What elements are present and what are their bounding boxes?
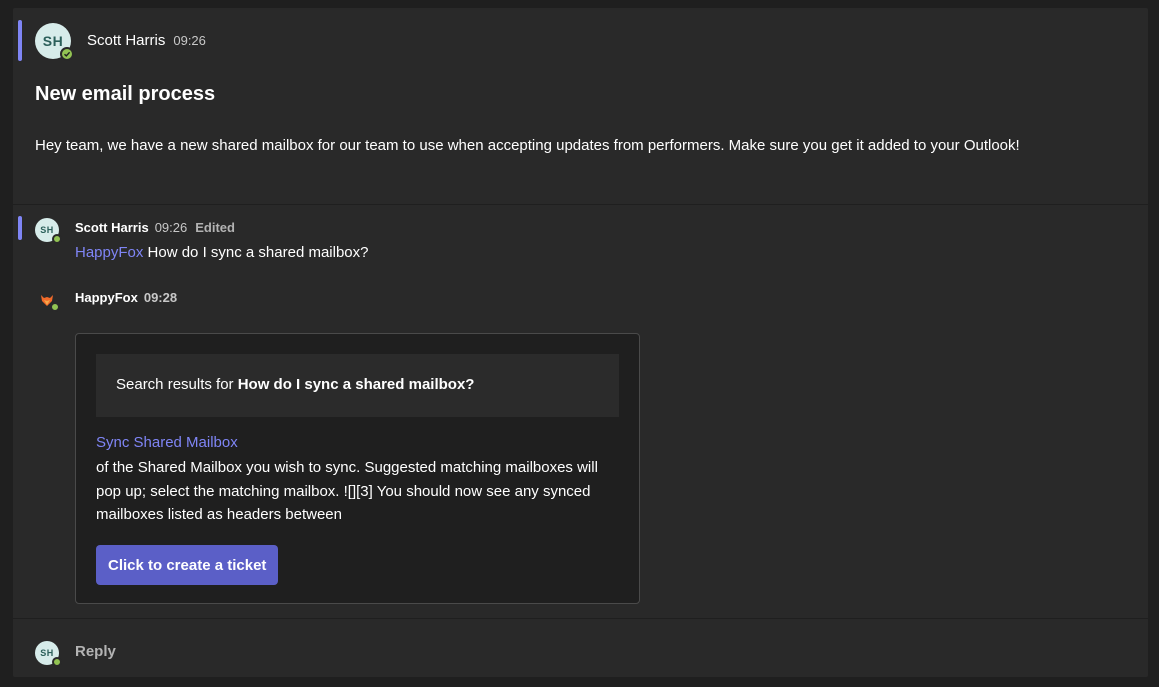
timestamp: 09:28 (143, 290, 178, 305)
card-header: Search results for How do I sync a share… (96, 354, 619, 417)
unread-accent-bar (18, 20, 22, 61)
avatar[interactable]: SH (35, 218, 62, 244)
author-name[interactable]: HappyFox (75, 290, 138, 305)
reply-header: HappyFox 09:28 (75, 290, 177, 305)
post-header: Scott Harris 09:26 (87, 32, 206, 49)
timestamp: 09:26 (173, 33, 206, 48)
avatar-initials: SH (40, 648, 54, 658)
avatar: SH (35, 641, 62, 667)
create-ticket-button[interactable]: Click to create a ticket (96, 545, 279, 585)
reply-header: Scott Harris 09:26 Edited (75, 220, 235, 235)
edited-label: Edited (195, 220, 235, 235)
bot-mention[interactable]: HappyFox (75, 244, 143, 261)
presence-available-icon (60, 47, 74, 61)
presence-available-icon (50, 302, 60, 312)
author-name[interactable]: Scott Harris (87, 32, 165, 49)
presence-available-icon (52, 657, 62, 667)
result-title-link[interactable]: Sync Shared Mailbox (96, 434, 238, 451)
header-query: How do I sync a shared mailbox? (237, 376, 475, 393)
result-snippet: of the Shared Mailbox you wish to sync. … (96, 459, 598, 523)
avatar-initials: SH (40, 225, 54, 235)
fox-icon[interactable] (35, 288, 60, 312)
post-body: Hey team, we have a new shared mailbox f… (35, 137, 1020, 154)
reply-message: HappyFox How do I sync a shared mailbox? (75, 244, 369, 261)
presence-available-icon (52, 234, 62, 244)
conversation-thread: SH Scott Harris 09:26 New email process H… (13, 8, 1148, 677)
search-results-card: Search results for How do I sync a share… (75, 333, 640, 604)
reply-bar[interactable]: SH Reply (13, 618, 1148, 677)
header-prefix: Search results for (116, 376, 238, 393)
post-title: New email process (35, 83, 216, 105)
author-name[interactable]: Scott Harris (75, 220, 149, 235)
unread-accent-bar (18, 216, 22, 240)
replies-section: SH Scott Harris 09:26 Edited HappyFox How … (13, 206, 1148, 617)
avatar-initials: SH (42, 33, 64, 49)
message-text: How do I sync a shared mailbox? (143, 244, 369, 261)
reply-button[interactable]: Reply (75, 643, 116, 660)
root-post: SH Scott Harris 09:26 New email process H… (13, 8, 1148, 205)
avatar[interactable]: SH (35, 23, 74, 61)
timestamp: 09:26 (154, 220, 188, 235)
